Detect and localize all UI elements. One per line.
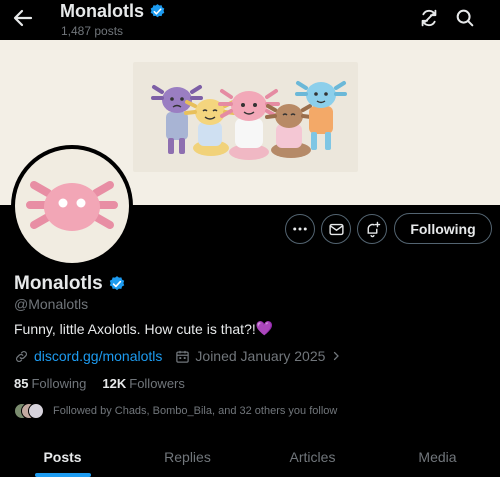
header-title: Monalotls (60, 1, 166, 22)
display-name: Monalotls (14, 273, 103, 294)
axolotl-yellow (184, 99, 236, 156)
axolotl-pink (218, 89, 280, 160)
following-stat[interactable]: 85 Following (14, 376, 86, 391)
follower-avatars (14, 403, 44, 419)
tab-posts[interactable]: Posts (0, 436, 125, 477)
header-posts-count: 1,487 posts (61, 24, 124, 38)
profile-tabs: Posts Replies Articles Media (0, 436, 500, 477)
tab-articles[interactable]: Articles (250, 436, 375, 477)
followers-count: 12K (102, 376, 127, 391)
tab-label: Media (418, 448, 457, 465)
followers-stat[interactable]: 12K Followers (102, 376, 184, 391)
profile-link[interactable]: discord.gg/monalotls (34, 348, 162, 364)
top-bar: Monalotls 1,487 posts (0, 0, 500, 40)
refresh-icon[interactable] (418, 7, 440, 29)
tab-label: Articles (289, 448, 336, 465)
followed-by-text: Followed by Chads, Bombo_Bila, and 32 ot… (53, 405, 338, 417)
verified-badge-icon (109, 276, 124, 291)
axolotl-brown (265, 104, 313, 158)
profile-avatar[interactable] (11, 145, 133, 267)
followed-by[interactable]: Followed by Chads, Bombo_Bila, and 32 ot… (14, 402, 337, 420)
chevron-right-icon[interactable] (330, 350, 342, 362)
banner-illustration (133, 62, 358, 172)
axolotl-purple (151, 85, 203, 154)
axolotl-avatar-icon (26, 181, 118, 231)
bell-plus-icon (367, 221, 380, 237)
active-tab-indicator (34, 473, 91, 477)
following-button[interactable]: Following (394, 213, 492, 244)
tab-label: Posts (43, 448, 82, 465)
more-icon (293, 227, 307, 231)
profile-stats: 85 Following 12K Followers (14, 376, 185, 391)
calendar-icon (176, 350, 190, 363)
search-icon[interactable] (454, 7, 476, 29)
following-label: Following (31, 376, 87, 391)
more-button[interactable] (285, 214, 315, 244)
profile-bio: Funny, little Axolotls. How cute is that… (14, 320, 273, 337)
message-button[interactable] (321, 214, 351, 244)
avatar (28, 403, 44, 419)
following-count: 85 (14, 376, 29, 391)
tab-label: Replies (164, 448, 211, 465)
followers-label: Followers (129, 376, 185, 391)
profile-handle: @Monalotls (14, 296, 89, 312)
notify-button[interactable] (357, 214, 387, 244)
tab-media[interactable]: Media (375, 436, 500, 477)
tab-replies[interactable]: Replies (125, 436, 250, 477)
arrow-left-icon[interactable] (11, 6, 35, 30)
joined-date: Joined January 2025 (195, 348, 326, 364)
purple-heart-emoji: 💜 (255, 320, 274, 336)
header-title-text: Monalotls (60, 1, 144, 21)
profile-name: Monalotls (14, 273, 126, 295)
bio-text: Funny, little Axolotls. How cute is that… (14, 320, 256, 337)
link-icon (16, 350, 27, 362)
profile-meta: discord.gg/monalotls Joined January 2025 (14, 348, 342, 364)
verified-badge-icon (150, 4, 165, 18)
envelope-icon (328, 223, 344, 235)
